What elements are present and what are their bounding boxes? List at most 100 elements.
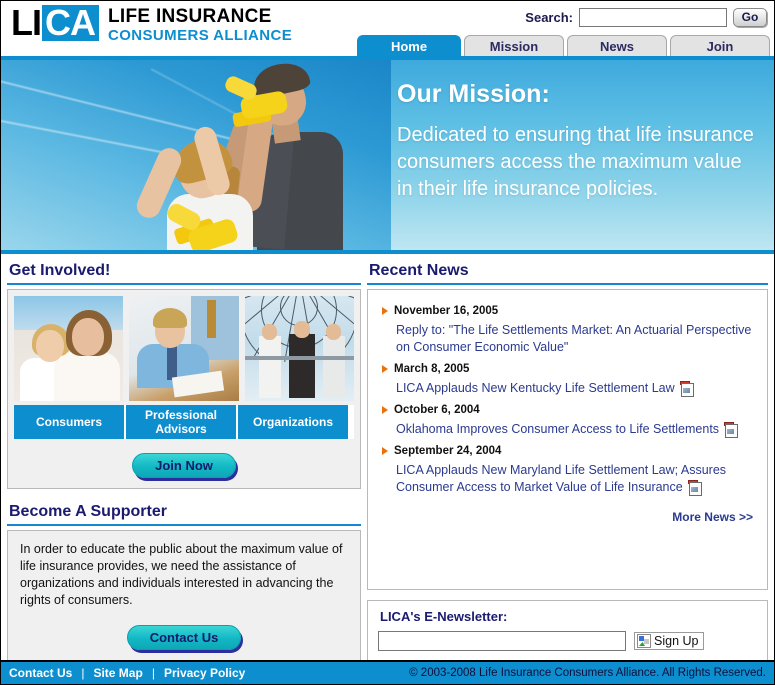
pdf-icon[interactable] (724, 422, 739, 438)
main-content: Get Involved! Consumers Professional Adv… (1, 254, 774, 676)
hero-photo (1, 60, 391, 250)
child-head (36, 330, 64, 362)
site-header: LI CA LIFE INSURANCE CONSUMERS ALLIANCE S… (1, 1, 774, 56)
news-item: September 24, 2004 LICA Applauds New Mar… (378, 445, 757, 496)
thumbnail-consumers[interactable] (14, 296, 124, 401)
triangle-bullet-icon (382, 406, 388, 414)
news-date-row: March 8, 2005 (382, 363, 757, 375)
join-now-row: Join Now (14, 453, 354, 478)
contact-us-row: Contact Us (20, 625, 348, 650)
recent-news-section: Recent News November 16, 2005 Reply to: … (367, 262, 768, 590)
footer-link-contact-us[interactable]: Contact Us (9, 666, 72, 680)
newsletter-form: Sign Up (378, 631, 757, 651)
more-news-link[interactable]: More News >> (378, 510, 753, 524)
search-input[interactable] (579, 8, 727, 27)
site-logo[interactable]: LI CA LIFE INSURANCE CONSUMERS ALLIANCE (9, 5, 293, 45)
newsletter-email-input[interactable] (378, 631, 626, 651)
logo-mark: LI CA (9, 5, 99, 41)
news-headline-link[interactable]: Reply to: "The Life Settlements Market: … (396, 322, 757, 356)
footer-link-site-map[interactable]: Site Map (93, 666, 142, 680)
mother-body (54, 352, 120, 401)
hero-body: Dedicated to ensuring that life insuranc… (397, 124, 754, 200)
consumers-photo (14, 296, 124, 401)
necktie (207, 300, 217, 338)
footer-separator: | (151, 666, 155, 680)
page-root: LI CA LIFE INSURANCE CONSUMERS ALLIANCE S… (0, 0, 775, 685)
news-item: November 16, 2005 Reply to: "The Life Se… (378, 305, 757, 356)
tab-join[interactable]: Join (670, 35, 770, 56)
copyright-text: © 2003-2008 Life Insurance Consumers All… (409, 667, 766, 679)
main-navigation: Home Mission News Join (357, 34, 770, 56)
get-involved-labels: Consumers Professional Advisors Organiza… (14, 405, 354, 439)
person (322, 324, 345, 398)
hero-banner: Our Mission: Dedicated to ensuring that … (1, 56, 774, 254)
thumbnail-organizations[interactable] (244, 296, 354, 401)
search-go-button[interactable]: Go (733, 8, 767, 27)
hero-title: Our Mission: (397, 80, 550, 108)
triangle-bullet-icon (382, 307, 388, 315)
broken-image-icon (637, 634, 651, 648)
news-headline-link[interactable]: LICA Applauds New Maryland Life Settleme… (396, 462, 757, 496)
newsletter-signup-button[interactable]: Sign Up (634, 632, 705, 650)
footer-link-privacy-policy[interactable]: Privacy Policy (164, 666, 245, 680)
news-date: March 8, 2005 (394, 363, 470, 375)
join-now-button[interactable]: Join Now (132, 453, 236, 478)
section-divider (367, 283, 768, 285)
mother-head (72, 318, 104, 356)
search-label: Search: (525, 10, 573, 25)
figure-daughter (132, 124, 273, 250)
card-label-consumers[interactable]: Consumers (14, 405, 124, 439)
logo-text-li: LI (11, 2, 42, 43)
handrail (244, 356, 354, 360)
thumbnail-professional-advisors[interactable] (129, 296, 239, 401)
advisors-photo (129, 296, 239, 401)
triangle-bullet-icon (382, 365, 388, 373)
tab-home[interactable]: Home (357, 35, 461, 56)
footer-links: Contact Us | Site Map | Privacy Policy (9, 666, 245, 680)
news-date-row: November 16, 2005 (382, 305, 757, 317)
card-label-professional-advisors[interactable]: Professional Advisors (126, 405, 236, 439)
news-date-row: September 24, 2004 (382, 445, 757, 457)
newsletter-section: LICA's E-Newsletter: Sign Up (367, 600, 768, 662)
tab-news[interactable]: News (567, 35, 667, 56)
news-headline-link[interactable]: LICA Applauds New Kentucky Life Settleme… (396, 380, 757, 397)
logo-title-line1: LIFE INSURANCE (108, 6, 272, 27)
news-headline-link[interactable]: Oklahoma Improves Consumer Access to Lif… (396, 421, 757, 438)
get-involved-section: Get Involved! Consumers Professional Adv… (7, 262, 361, 489)
necktie (167, 346, 178, 380)
logo-wordmark: LIFE INSURANCE CONSUMERS ALLIANCE (108, 5, 293, 45)
supporter-panel: In order to educate the public about the… (7, 530, 361, 663)
become-a-supporter-section: Become A Supporter In order to educate t… (7, 503, 361, 663)
left-column: Get Involved! Consumers Professional Adv… (7, 260, 361, 676)
get-involved-thumbnails (14, 296, 354, 401)
supporter-body-text: In order to educate the public about the… (20, 542, 343, 607)
supporter-heading: Become A Supporter (9, 503, 167, 520)
card-label-organizations[interactable]: Organizations (238, 405, 348, 439)
newsletter-heading: LICA's E-Newsletter: (380, 609, 508, 624)
get-involved-heading: Get Involved! (9, 262, 111, 279)
news-item: March 8, 2005 LICA Applauds New Kentucky… (378, 363, 757, 397)
site-footer: Contact Us | Site Map | Privacy Policy ©… (1, 660, 774, 684)
contact-us-button[interactable]: Contact Us (126, 625, 242, 650)
pdf-icon[interactable] (679, 381, 694, 397)
news-date: November 16, 2005 (394, 305, 499, 317)
person (288, 321, 315, 398)
section-divider (7, 524, 361, 526)
logo-text-ca: CA (42, 5, 99, 41)
get-involved-panel: Consumers Professional Advisors Organiza… (7, 289, 361, 489)
right-column: Recent News November 16, 2005 Reply to: … (367, 260, 768, 676)
newsletter-signup-label: Sign Up (654, 634, 699, 648)
news-date: October 6, 2004 (394, 404, 480, 416)
section-divider (7, 283, 361, 285)
tab-mission[interactable]: Mission (464, 35, 564, 56)
logo-title-line2: CONSUMERS ALLIANCE (108, 27, 293, 44)
triangle-bullet-icon (382, 447, 388, 455)
recent-news-panel: November 16, 2005 Reply to: "The Life Se… (367, 289, 768, 590)
organizations-photo (244, 296, 354, 401)
search-bar: Search: Go (525, 8, 767, 27)
pdf-icon[interactable] (687, 480, 702, 496)
news-item: October 6, 2004 Oklahoma Improves Consum… (378, 404, 757, 438)
newsletter-panel: LICA's E-Newsletter: Sign Up (367, 600, 768, 662)
news-date-row: October 6, 2004 (382, 404, 757, 416)
footer-separator: | (81, 666, 85, 680)
